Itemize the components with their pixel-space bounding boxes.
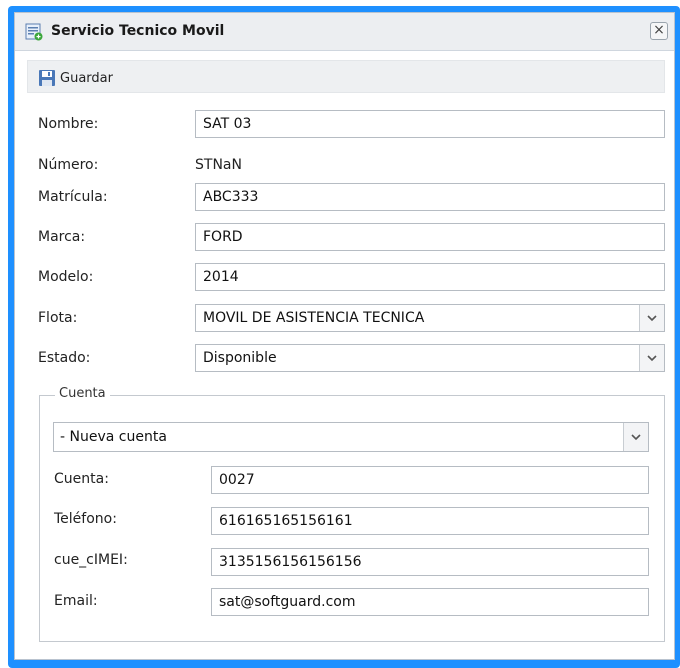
row-marca: Marca: FORD bbox=[15, 223, 676, 253]
flota-value: MOVIL DE ASISTENCIA TECNICA bbox=[203, 310, 425, 326]
matricula-label: Matrícula: bbox=[38, 189, 108, 205]
row-numero: Número: STNaN bbox=[15, 151, 676, 181]
imei-input[interactable]: 3135156156156156 bbox=[211, 548, 649, 576]
numero-value: STNaN bbox=[195, 157, 242, 173]
save-label: Guardar bbox=[60, 70, 113, 86]
numero-label: Número: bbox=[38, 157, 99, 173]
row-matricula: Matrícula: ABC333 bbox=[15, 183, 676, 213]
chevron-down-icon[interactable] bbox=[623, 423, 648, 451]
estado-value: Disponible bbox=[203, 350, 277, 366]
cuenta-label: Cuenta: bbox=[54, 471, 109, 487]
telefono-input[interactable]: 616165165156161 bbox=[211, 507, 649, 535]
marca-input[interactable]: FORD bbox=[195, 223, 665, 251]
chevron-down-icon[interactable] bbox=[639, 345, 664, 371]
modelo-input[interactable]: 2014 bbox=[195, 263, 665, 291]
save-button[interactable]: Guardar bbox=[38, 68, 113, 88]
cuenta-legend: Cuenta bbox=[55, 386, 110, 401]
modelo-label: Modelo: bbox=[38, 269, 94, 285]
window-title: Servicio Tecnico Movil bbox=[51, 23, 225, 39]
nombre-input[interactable]: SAT 03 bbox=[195, 110, 665, 138]
cuenta-selector[interactable]: - Nueva cuenta bbox=[53, 422, 649, 452]
save-icon bbox=[38, 69, 56, 87]
dialog-window: Servicio Tecnico Movil × Guardar Nombre:… bbox=[14, 12, 675, 660]
marca-label: Marca: bbox=[38, 229, 86, 245]
estado-select[interactable]: Disponible bbox=[195, 344, 665, 372]
telefono-label: Teléfono: bbox=[54, 511, 117, 527]
chevron-down-icon[interactable] bbox=[639, 305, 664, 331]
matricula-input[interactable]: ABC333 bbox=[195, 183, 665, 211]
close-button[interactable]: × bbox=[650, 22, 668, 40]
flota-label: Flota: bbox=[38, 310, 78, 326]
row-modelo: Modelo: 2014 bbox=[15, 263, 676, 293]
close-icon: × bbox=[653, 22, 665, 38]
email-input[interactable]: sat@softguard.com bbox=[211, 588, 649, 616]
title-bar[interactable]: Servicio Tecnico Movil × bbox=[15, 13, 674, 51]
row-nombre: Nombre: SAT 03 bbox=[15, 110, 676, 140]
imei-label: cue_cIMEI: bbox=[54, 552, 128, 568]
flota-select[interactable]: MOVIL DE ASISTENCIA TECNICA bbox=[195, 304, 665, 332]
cuenta-selector-value: - Nueva cuenta bbox=[60, 429, 167, 445]
toolbar: Guardar bbox=[27, 60, 665, 93]
email-label: Email: bbox=[54, 593, 98, 609]
cuenta-input[interactable]: 0027 bbox=[211, 466, 649, 494]
row-estado: Estado: Disponible bbox=[15, 344, 676, 374]
estado-label: Estado: bbox=[38, 350, 91, 366]
row-flota: Flota: MOVIL DE ASISTENCIA TECNICA bbox=[15, 304, 676, 334]
window-form-icon bbox=[25, 23, 43, 41]
nombre-label: Nombre: bbox=[38, 116, 99, 132]
